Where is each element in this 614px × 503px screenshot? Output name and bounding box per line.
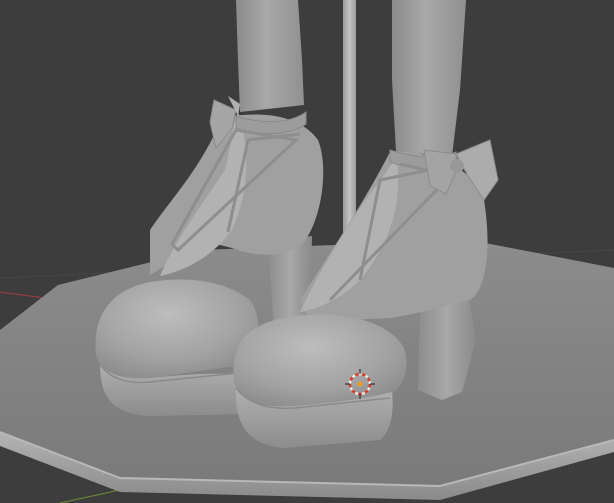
3d-viewport[interactable] — [0, 0, 614, 503]
left-leg[interactable] — [236, 0, 304, 112]
support-pole[interactable] — [343, 0, 356, 240]
right-leg[interactable] — [392, 0, 466, 156]
y-axis-line — [59, 489, 121, 503]
viewport-scene[interactable] — [0, 0, 614, 503]
